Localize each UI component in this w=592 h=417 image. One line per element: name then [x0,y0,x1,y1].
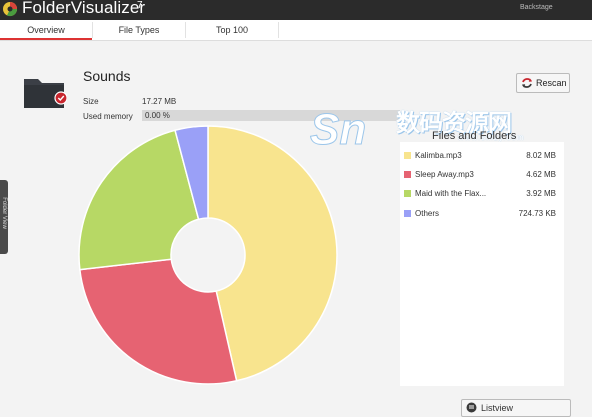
legend-item[interactable]: Kalimba.mp3 8.02 MB [400,148,564,164]
svg-text:Sn: Sn [310,105,366,154]
legend-item-size: 4.62 MB [526,170,556,179]
legend-swatch [404,190,411,197]
legend-item-size: 724.73 KB [518,209,556,218]
legend-panel: Kalimba.mp3 8.02 MB Sleep Away.mp3 4.62 … [400,142,564,386]
legend-item-name: Maid with the Flax... [415,189,487,198]
legend-item-name: Others [415,209,440,218]
legend-swatch [404,152,411,159]
watermark-logo: Sn [310,105,367,155]
legend-swatch [404,171,411,178]
legend-item[interactable]: Others 724.73 KB [400,206,564,222]
legend-item-name: Kalimba.mp3 [415,151,462,160]
legend-item[interactable]: Sleep Away.mp3 4.62 MB [400,167,564,183]
legend-swatch [404,210,411,217]
legend-heading: Files and Folders [432,130,517,142]
legend-item-name: Sleep Away.mp3 [415,170,474,179]
legend-item-size: 3.92 MB [526,189,556,198]
list-icon [466,402,477,413]
legend-item[interactable]: Maid with the Flax... 3.92 MB [400,186,564,202]
legend-item-size: 8.02 MB [526,151,556,160]
listview-button[interactable]: Listview [461,399,571,417]
donut-slice-sleep-away-mp3[interactable] [79,258,238,385]
